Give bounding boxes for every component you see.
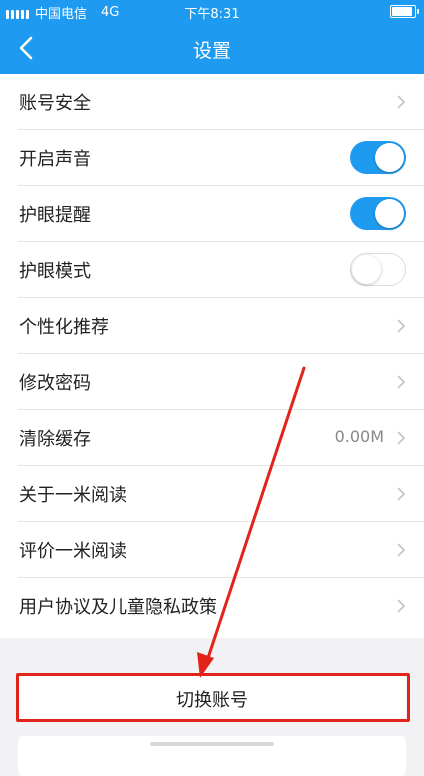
status-bar: 中国电信 4G 下午8:31 (0, 0, 424, 22)
settings-item-label: 护眼模式 (19, 261, 91, 282)
chevron-right-icon (397, 599, 406, 613)
settings-item-label: 护眼提醒 (19, 205, 91, 226)
status-time: 下午8:31 (184, 7, 240, 22)
toggle-knob (375, 199, 404, 228)
settings-item-agreement[interactable]: 用户协议及儿童隐私政策 (0, 578, 424, 634)
toggle-knob (375, 143, 404, 172)
battery-icon (390, 5, 419, 18)
settings-item-personalized[interactable]: 个性化推荐 (0, 298, 424, 354)
settings-item-eye-reminder: 护眼提醒 (0, 186, 424, 242)
chevron-right-icon (397, 543, 406, 557)
nav-bar: 设置 (0, 22, 424, 74)
settings-item-about[interactable]: 关于一米阅读 (0, 466, 424, 522)
chevron-right-icon (397, 487, 406, 501)
chevron-right-icon (397, 95, 406, 109)
page-title: 设置 (192, 40, 231, 62)
settings-item-account-security[interactable]: 账号安全 (0, 74, 424, 130)
eye-mode-toggle[interactable] (350, 253, 406, 286)
home-indicator (150, 742, 274, 746)
settings-item-label: 修改密码 (19, 373, 91, 394)
switch-account-button[interactable]: 切换账号 (18, 676, 406, 720)
settings-item-eye-mode: 护眼模式 (0, 242, 424, 298)
chevron-right-icon (397, 431, 406, 445)
settings-item-label: 评价一米阅读 (19, 541, 127, 562)
settings-list: 账号安全 开启声音 护眼提醒 护眼模式 个性化推荐 修改密码 清除缓存 0.00… (0, 74, 424, 638)
chevron-right-icon (397, 375, 406, 389)
toggle-knob (352, 255, 381, 284)
settings-item-label: 关于一米阅读 (19, 485, 127, 506)
settings-item-sound: 开启声音 (0, 130, 424, 186)
settings-item-label: 清除缓存 (19, 429, 91, 450)
chevron-right-icon (397, 319, 406, 333)
eye-reminder-toggle[interactable] (350, 197, 406, 230)
settings-item-clear-cache[interactable]: 清除缓存 0.00M (0, 410, 424, 466)
settings-item-label: 账号安全 (19, 93, 91, 114)
settings-item-rate[interactable]: 评价一米阅读 (0, 522, 424, 578)
settings-item-label: 开启声音 (19, 149, 91, 170)
settings-item-label: 用户协议及儿童隐私政策 (19, 597, 217, 618)
settings-item-change-password[interactable]: 修改密码 (0, 354, 424, 410)
sound-toggle[interactable] (350, 141, 406, 174)
switch-account-label: 切换账号 (176, 690, 248, 711)
cache-size: 0.00M (334, 427, 384, 446)
settings-item-label: 个性化推荐 (19, 317, 109, 338)
